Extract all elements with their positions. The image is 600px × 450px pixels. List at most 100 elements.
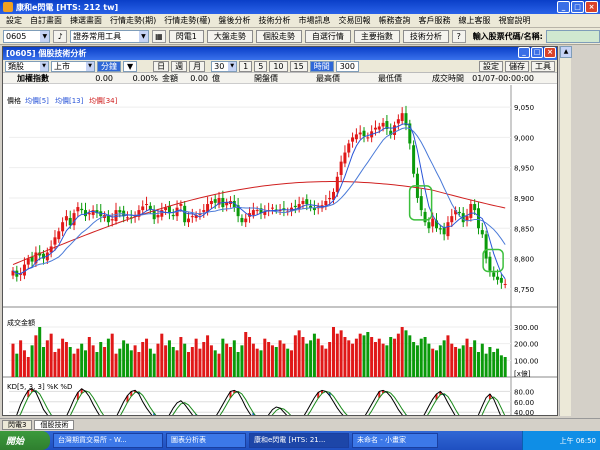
menu-custom-screen[interactable]: 自訂畫面 bbox=[26, 15, 66, 26]
start-button[interactable]: 開始 bbox=[0, 431, 50, 450]
maximize-button[interactable]: □ bbox=[571, 1, 584, 13]
tab-stock-technical[interactable]: 個股技術 bbox=[34, 419, 75, 430]
high-price-label: 最高價 bbox=[316, 73, 340, 83]
count-input[interactable]: 300 bbox=[335, 60, 359, 72]
tab-flash3[interactable]: 閃電3 bbox=[2, 419, 33, 430]
menu-options-quote[interactable]: 行情走勢(權) bbox=[160, 15, 214, 26]
market-trend-button[interactable]: 大盤走勢 bbox=[206, 29, 253, 43]
volume-bar bbox=[122, 340, 126, 377]
volume-bar bbox=[312, 333, 316, 377]
technical-analysis-window: [0605] 個股技術分析 _ □ × 類股 ▼ 上市 ▼ 分鐘 ▼ 日 週 月… bbox=[2, 46, 558, 447]
volume-bar bbox=[309, 340, 313, 377]
amount-label: 金額 bbox=[162, 73, 178, 83]
menu-technical-analysis[interactable]: 技術分析 bbox=[255, 15, 295, 26]
price-panel-title: 價格 bbox=[7, 96, 21, 105]
settings-button[interactable]: 設定 bbox=[479, 61, 503, 72]
inner-maximize-button[interactable]: □ bbox=[531, 47, 543, 58]
volume-bar bbox=[141, 342, 145, 377]
tools-button[interactable]: 工具 bbox=[531, 61, 555, 72]
candle bbox=[190, 216, 194, 218]
candle bbox=[187, 218, 191, 223]
menu-pick-screen[interactable]: 揀選畫面 bbox=[66, 15, 106, 26]
quick-5-button[interactable]: 5 bbox=[254, 60, 268, 72]
code-input[interactable]: 0605 ▼ bbox=[3, 29, 51, 43]
inner-close-button[interactable]: × bbox=[544, 47, 556, 58]
candle bbox=[76, 207, 80, 212]
menu-settings[interactable]: 設定 bbox=[2, 15, 26, 26]
menu-account-query[interactable]: 帳務查詢 bbox=[375, 15, 415, 26]
week-period-button[interactable]: 週 bbox=[171, 60, 188, 72]
menu-trade-report[interactable]: 交易回報 bbox=[335, 15, 375, 26]
market-select[interactable]: 上市 ▼ bbox=[51, 60, 95, 72]
candle bbox=[145, 204, 149, 206]
menu-post-market[interactable]: 盤後分析 bbox=[215, 15, 255, 26]
scroll-up-icon[interactable]: ▲ bbox=[560, 46, 572, 58]
volume-bar bbox=[339, 330, 343, 377]
category-select[interactable]: 類股 ▼ bbox=[5, 60, 49, 72]
volume-bar bbox=[278, 340, 282, 377]
chevron-down-icon[interactable]: ▼ bbox=[40, 61, 48, 71]
help-icon[interactable]: ? bbox=[451, 29, 466, 43]
task-hts[interactable]: 康和e閃電 [HTS: 21... bbox=[249, 433, 349, 448]
volume-bar bbox=[228, 347, 232, 377]
volume-bar bbox=[129, 350, 133, 377]
main-index-button[interactable]: 主要指數 bbox=[353, 29, 400, 43]
minute-box[interactable]: 分鐘 bbox=[97, 60, 121, 72]
technical-chart[interactable]: 8,7508,8008,8508,9008,9509,0009,050價格 均價[… bbox=[3, 85, 557, 447]
candle bbox=[87, 213, 91, 215]
volume-bar bbox=[393, 338, 397, 377]
volume-bar bbox=[72, 353, 76, 377]
menu-customer-service[interactable]: 客戶服務 bbox=[415, 15, 455, 26]
quick-15-button[interactable]: 15 bbox=[289, 60, 308, 72]
chart-area[interactable]: 8,750 8,800 8,850 8,900 8,950 9,000 9,050 價格 均價[… bbox=[3, 85, 557, 447]
task-paint[interactable]: 未命名 - 小畫家 bbox=[352, 433, 438, 448]
chevron-down-icon[interactable]: ▼ bbox=[228, 61, 237, 71]
candle bbox=[358, 132, 362, 135]
candle bbox=[110, 219, 114, 221]
inner-minimize-button[interactable]: _ bbox=[518, 47, 530, 58]
task-taifex[interactable]: 台灣期貨交易所 - W... bbox=[53, 433, 163, 448]
technical-analysis-button[interactable]: 技術分析 bbox=[402, 29, 449, 43]
candle bbox=[324, 201, 328, 206]
candle bbox=[499, 277, 503, 283]
quick-10-button[interactable]: 10 bbox=[269, 60, 288, 72]
volume-bar bbox=[381, 343, 385, 377]
chevron-down-icon[interactable]: ▼ bbox=[40, 30, 50, 42]
volume-bar bbox=[324, 348, 328, 377]
menu-futures-quote[interactable]: 行情走勢(期) bbox=[106, 15, 160, 26]
volume-tick-label: 100.00 bbox=[514, 357, 539, 365]
vertical-scrollbar[interactable]: ▲ bbox=[559, 46, 572, 416]
menu-window-help[interactable]: 視窗說明 bbox=[495, 15, 535, 26]
quick-1-button[interactable]: 1 bbox=[239, 60, 253, 72]
interval-select[interactable]: 30 ▼ bbox=[211, 60, 238, 72]
volume-bar bbox=[49, 333, 53, 377]
menu-online-support[interactable]: 線上客服 bbox=[455, 15, 495, 26]
watchlist-button[interactable]: 自選行情 bbox=[304, 29, 351, 43]
chevron-down-icon[interactable]: ▼ bbox=[138, 30, 148, 42]
volume-bar bbox=[171, 347, 175, 377]
task-chart-table[interactable]: 圖表分析表 bbox=[166, 433, 246, 448]
chart-controls: 類股 ▼ 上市 ▼ 分鐘 ▼ 日 週 月 30 ▼ 1 5 10 15 時間 3… bbox=[3, 60, 557, 73]
tools-select[interactable]: 證券常用工具 ▼ bbox=[70, 29, 149, 43]
stock-search-input[interactable] bbox=[545, 29, 600, 43]
volume-bar bbox=[61, 338, 65, 377]
chevron-down-icon[interactable]: ▼ bbox=[86, 61, 94, 71]
minimize-button[interactable]: _ bbox=[557, 1, 570, 13]
month-period-button[interactable]: 月 bbox=[189, 60, 206, 72]
day-period-button[interactable]: 日 bbox=[153, 60, 170, 72]
app-logo-icon bbox=[3, 2, 13, 12]
close-button[interactable]: × bbox=[585, 1, 598, 13]
candle bbox=[305, 199, 309, 205]
menu-market-news[interactable]: 市場訊息 bbox=[295, 15, 335, 26]
save-button[interactable]: 儲存 bbox=[505, 61, 529, 72]
sound-icon[interactable]: ♪ bbox=[53, 29, 68, 43]
calculator-icon[interactable]: ▦ bbox=[151, 29, 166, 43]
quote-change: 0.00 bbox=[95, 73, 113, 83]
mode-label[interactable]: 時間 bbox=[309, 60, 334, 72]
candle bbox=[156, 214, 160, 218]
panel-gap bbox=[3, 307, 557, 317]
flash1-button[interactable]: 閃電1 bbox=[168, 29, 204, 43]
stock-trend-button[interactable]: 個股走勢 bbox=[255, 29, 302, 43]
chevron-down-icon[interactable]: ▼ bbox=[123, 60, 138, 72]
menu-bar: 設定 自訂畫面 揀選畫面 行情走勢(期) 行情走勢(權) 盤後分析 技術分析 市… bbox=[0, 14, 600, 28]
